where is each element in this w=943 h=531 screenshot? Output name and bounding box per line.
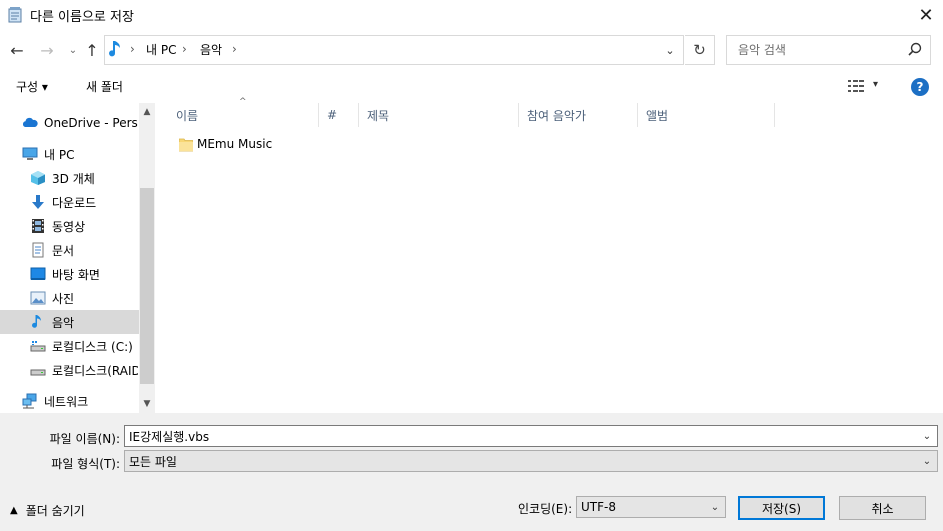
back-button[interactable]: ←: [7, 40, 27, 60]
column-header-number[interactable]: #: [319, 103, 359, 127]
refresh-button[interactable]: ↻: [685, 35, 715, 65]
sidebar-item-label: OneDrive - Personal: [44, 116, 138, 130]
search-icon[interactable]: [906, 41, 924, 59]
breadcrumb-separator[interactable]: ›: [182, 42, 187, 56]
encoding-dropdown-button[interactable]: ⌄: [706, 498, 724, 516]
sidebar-item-desktop[interactable]: 바탕 화면: [0, 262, 138, 286]
drive-icon: [30, 369, 46, 376]
sidebar-item-label: 바탕 화면: [52, 267, 100, 282]
column-header-title[interactable]: 제목: [359, 103, 519, 127]
view-dropdown-button[interactable]: ▾: [873, 79, 878, 90]
desktop-icon: [30, 267, 46, 280]
sidebar-item-network[interactable]: 네트워크: [0, 389, 138, 413]
cloud-icon: [22, 117, 38, 127]
sidebar-item-label: 문서: [52, 243, 75, 258]
navigation-pane: OneDrive - Personal 내 PC 3D 개체 다운로드 동영상 …: [0, 103, 155, 413]
command-bar: [0, 72, 943, 102]
sidebar-item-downloads[interactable]: 다운로드: [0, 190, 138, 214]
filename-input[interactable]: [124, 425, 938, 447]
notepad-icon: [8, 7, 22, 23]
sidebar-item-label: 음악: [52, 315, 75, 330]
computer-icon: [22, 147, 38, 160]
hide-folders-button[interactable]: ▲ 폴더 숨기기: [10, 502, 85, 519]
picture-icon: [30, 291, 46, 305]
address-dropdown-button[interactable]: ⌄: [660, 40, 680, 60]
cancel-button[interactable]: 취소: [839, 496, 926, 520]
search-placeholder: 음악 검색: [738, 43, 786, 57]
encoding-value: UTF-8: [581, 500, 616, 514]
organize-button[interactable]: 구성 ▾: [16, 78, 48, 95]
new-folder-button[interactable]: 새 폴더: [86, 78, 123, 95]
file-list[interactable]: [157, 103, 943, 413]
sidebar-item-pictures[interactable]: 사진: [0, 286, 138, 310]
sidebar-item-label: 동영상: [52, 219, 86, 234]
forward-button[interactable]: →: [37, 40, 57, 60]
scroll-down-button[interactable]: ▼: [139, 395, 155, 413]
sidebar-item-documents[interactable]: 문서: [0, 238, 138, 262]
sidebar-item-this-pc[interactable]: 내 PC: [0, 142, 138, 166]
music-note-icon: [109, 41, 120, 57]
sidebar-item-drive-c[interactable]: 로컬디스크 (C:): [0, 334, 138, 358]
sidebar-item-music[interactable]: 음악: [0, 310, 139, 334]
encoding-label: 인코딩(E):: [518, 502, 573, 516]
filename-label: 파일 이름(N):: [49, 432, 120, 446]
download-icon: [32, 195, 44, 209]
breadcrumb-music[interactable]: 음악: [200, 41, 222, 58]
hide-folders-label: 폴더 숨기기: [25, 504, 85, 518]
network-icon: [22, 393, 37, 409]
help-button[interactable]: ?: [911, 78, 929, 96]
column-header-artist[interactable]: 참여 음악가: [519, 103, 638, 127]
save-button[interactable]: 저장(S): [738, 496, 825, 520]
up-button[interactable]: ↑: [82, 40, 102, 60]
sidebar-item-onedrive[interactable]: OneDrive - Personal: [0, 111, 138, 135]
column-header-album[interactable]: 앨범: [638, 103, 775, 127]
sidebar-item-label: 로컬디스크 (C:): [52, 339, 133, 354]
sidebar-item-label: 내 PC: [44, 147, 75, 162]
filetype-select[interactable]: 모든 파일: [124, 450, 938, 472]
view-options-icon[interactable]: [848, 79, 866, 93]
filetype-value: 모든 파일: [129, 454, 177, 469]
cube-icon: [31, 171, 45, 185]
sidebar-item-label: 로컬디스크(RAID): [52, 363, 138, 378]
sidebar-item-3d-objects[interactable]: 3D 개체: [0, 166, 138, 190]
chevron-up-icon: ▲: [10, 505, 18, 516]
window-title: 다른 이름으로 저장: [30, 10, 134, 25]
close-button[interactable]: ✕: [910, 2, 942, 28]
address-bar[interactable]: [104, 35, 684, 65]
breadcrumb-separator[interactable]: ›: [130, 42, 135, 56]
sidebar-item-label: 3D 개체: [52, 171, 95, 186]
filetype-label: 파일 형식(T):: [51, 457, 120, 471]
sidebar-item-label: 사진: [52, 291, 75, 306]
sort-ascending-icon: ^: [239, 97, 247, 107]
drive-icon: [30, 341, 46, 352]
sidebar-item-drive-raid[interactable]: 로컬디스크(RAID): [0, 358, 138, 382]
folder-icon: [179, 138, 193, 152]
scroll-up-button[interactable]: ▲: [139, 103, 155, 121]
list-item[interactable]: MEmu Music: [197, 137, 272, 151]
film-icon: [32, 219, 44, 233]
breadcrumb-pc[interactable]: 내 PC: [146, 41, 176, 58]
encoding-select[interactable]: UTF-8: [576, 496, 726, 518]
sidebar-item-videos[interactable]: 동영상: [0, 214, 138, 238]
music-icon: [32, 315, 41, 328]
breadcrumb-separator[interactable]: ›: [232, 42, 237, 56]
filename-dropdown-button[interactable]: ⌄: [918, 427, 936, 445]
sidebar-item-label: 네트워크: [44, 394, 89, 409]
sidebar-scroll-thumb[interactable]: [140, 188, 154, 384]
document-icon: [32, 242, 44, 258]
recent-locations-button[interactable]: ⌄: [63, 40, 83, 60]
title-bar: [0, 0, 943, 30]
filetype-dropdown-button[interactable]: ⌄: [918, 452, 936, 470]
sidebar-item-label: 다운로드: [52, 195, 97, 210]
